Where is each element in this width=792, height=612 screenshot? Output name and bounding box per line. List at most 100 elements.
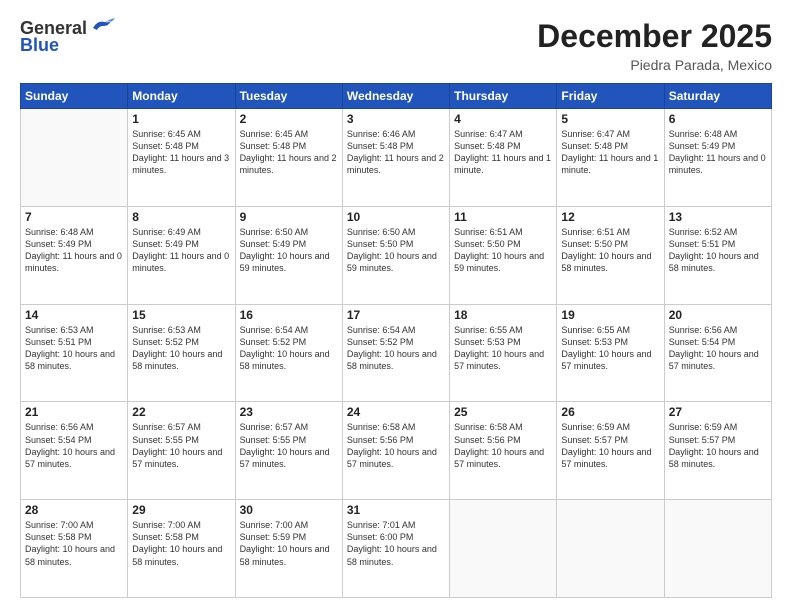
sunrise-text: Sunrise: 6:45 AM (240, 129, 309, 139)
day-info: Sunrise: 6:59 AM Sunset: 5:57 PM Dayligh… (561, 421, 659, 470)
daylight-text: Daylight: 10 hours and 58 minutes. (240, 349, 330, 371)
day-of-week-header: Tuesday (235, 84, 342, 109)
daylight-text: Daylight: 11 hours and 2 minutes. (347, 153, 444, 175)
sunset-text: Sunset: 5:48 PM (132, 141, 199, 151)
daylight-text: Daylight: 10 hours and 57 minutes. (454, 349, 544, 371)
sunset-text: Sunset: 5:57 PM (669, 435, 736, 445)
day-info: Sunrise: 6:55 AM Sunset: 5:53 PM Dayligh… (454, 324, 552, 373)
calendar-cell: 10 Sunrise: 6:50 AM Sunset: 5:50 PM Dayl… (342, 206, 449, 304)
sunset-text: Sunset: 5:48 PM (240, 141, 307, 151)
day-info: Sunrise: 7:00 AM Sunset: 5:58 PM Dayligh… (25, 519, 123, 568)
day-number: 13 (669, 210, 767, 224)
day-number: 10 (347, 210, 445, 224)
sunset-text: Sunset: 5:55 PM (240, 435, 307, 445)
calendar-cell: 11 Sunrise: 6:51 AM Sunset: 5:50 PM Dayl… (450, 206, 557, 304)
daylight-text: Daylight: 11 hours and 0 minutes. (132, 251, 229, 273)
calendar-cell: 26 Sunrise: 6:59 AM Sunset: 5:57 PM Dayl… (557, 402, 664, 500)
calendar-cell: 23 Sunrise: 6:57 AM Sunset: 5:55 PM Dayl… (235, 402, 342, 500)
calendar-cell (21, 109, 128, 207)
daylight-text: Daylight: 10 hours and 58 minutes. (132, 544, 222, 566)
calendar-cell: 13 Sunrise: 6:52 AM Sunset: 5:51 PM Dayl… (664, 206, 771, 304)
sunrise-text: Sunrise: 6:48 AM (669, 129, 738, 139)
sunrise-text: Sunrise: 6:48 AM (25, 227, 94, 237)
day-info: Sunrise: 6:49 AM Sunset: 5:49 PM Dayligh… (132, 226, 230, 275)
sunrise-text: Sunrise: 6:55 AM (561, 325, 630, 335)
calendar-cell: 18 Sunrise: 6:55 AM Sunset: 5:53 PM Dayl… (450, 304, 557, 402)
sunrise-text: Sunrise: 6:58 AM (347, 422, 416, 432)
day-number: 8 (132, 210, 230, 224)
daylight-text: Daylight: 11 hours and 1 minute. (454, 153, 551, 175)
sunrise-text: Sunrise: 7:01 AM (347, 520, 416, 530)
calendar-cell: 27 Sunrise: 6:59 AM Sunset: 5:57 PM Dayl… (664, 402, 771, 500)
day-number: 23 (240, 405, 338, 419)
day-info: Sunrise: 6:58 AM Sunset: 5:56 PM Dayligh… (454, 421, 552, 470)
day-number: 25 (454, 405, 552, 419)
daylight-text: Daylight: 10 hours and 57 minutes. (561, 349, 651, 371)
daylight-text: Daylight: 10 hours and 57 minutes. (132, 447, 222, 469)
day-number: 7 (25, 210, 123, 224)
sunrise-text: Sunrise: 6:56 AM (669, 325, 738, 335)
day-info: Sunrise: 6:45 AM Sunset: 5:48 PM Dayligh… (132, 128, 230, 177)
header: General Blue December 2025 Piedra Parada… (20, 18, 772, 73)
calendar-cell: 24 Sunrise: 6:58 AM Sunset: 5:56 PM Dayl… (342, 402, 449, 500)
daylight-text: Daylight: 11 hours and 3 minutes. (132, 153, 229, 175)
sunrise-text: Sunrise: 7:00 AM (25, 520, 94, 530)
sunset-text: Sunset: 5:49 PM (669, 141, 736, 151)
sunrise-text: Sunrise: 6:52 AM (669, 227, 738, 237)
day-info: Sunrise: 6:54 AM Sunset: 5:52 PM Dayligh… (240, 324, 338, 373)
calendar-cell: 21 Sunrise: 6:56 AM Sunset: 5:54 PM Dayl… (21, 402, 128, 500)
calendar-cell: 15 Sunrise: 6:53 AM Sunset: 5:52 PM Dayl… (128, 304, 235, 402)
day-info: Sunrise: 7:01 AM Sunset: 6:00 PM Dayligh… (347, 519, 445, 568)
day-number: 6 (669, 112, 767, 126)
calendar-cell (450, 500, 557, 598)
sunrise-text: Sunrise: 6:51 AM (561, 227, 630, 237)
sunrise-text: Sunrise: 6:51 AM (454, 227, 523, 237)
sunset-text: Sunset: 5:52 PM (240, 337, 307, 347)
day-number: 26 (561, 405, 659, 419)
calendar-table: SundayMondayTuesdayWednesdayThursdayFrid… (20, 83, 772, 598)
calendar-cell: 6 Sunrise: 6:48 AM Sunset: 5:49 PM Dayli… (664, 109, 771, 207)
day-info: Sunrise: 6:59 AM Sunset: 5:57 PM Dayligh… (669, 421, 767, 470)
sunrise-text: Sunrise: 6:53 AM (25, 325, 94, 335)
calendar-week-row: 7 Sunrise: 6:48 AM Sunset: 5:49 PM Dayli… (21, 206, 772, 304)
sunset-text: Sunset: 5:56 PM (347, 435, 414, 445)
daylight-text: Daylight: 10 hours and 58 minutes. (561, 251, 651, 273)
day-number: 18 (454, 308, 552, 322)
day-info: Sunrise: 6:50 AM Sunset: 5:49 PM Dayligh… (240, 226, 338, 275)
day-number: 19 (561, 308, 659, 322)
day-number: 5 (561, 112, 659, 126)
day-number: 9 (240, 210, 338, 224)
day-info: Sunrise: 6:50 AM Sunset: 5:50 PM Dayligh… (347, 226, 445, 275)
calendar-cell: 16 Sunrise: 6:54 AM Sunset: 5:52 PM Dayl… (235, 304, 342, 402)
sunset-text: Sunset: 5:50 PM (561, 239, 628, 249)
sunrise-text: Sunrise: 6:45 AM (132, 129, 201, 139)
day-of-week-header: Friday (557, 84, 664, 109)
sunset-text: Sunset: 5:48 PM (454, 141, 521, 151)
sunset-text: Sunset: 5:50 PM (347, 239, 414, 249)
day-number: 31 (347, 503, 445, 517)
day-info: Sunrise: 6:51 AM Sunset: 5:50 PM Dayligh… (561, 226, 659, 275)
sunset-text: Sunset: 5:48 PM (561, 141, 628, 151)
calendar-cell: 19 Sunrise: 6:55 AM Sunset: 5:53 PM Dayl… (557, 304, 664, 402)
sunset-text: Sunset: 5:49 PM (25, 239, 92, 249)
day-number: 28 (25, 503, 123, 517)
day-number: 20 (669, 308, 767, 322)
day-info: Sunrise: 6:46 AM Sunset: 5:48 PM Dayligh… (347, 128, 445, 177)
sunset-text: Sunset: 5:49 PM (132, 239, 199, 249)
sunset-text: Sunset: 5:55 PM (132, 435, 199, 445)
day-info: Sunrise: 7:00 AM Sunset: 5:58 PM Dayligh… (132, 519, 230, 568)
sunrise-text: Sunrise: 6:47 AM (561, 129, 630, 139)
title-area: December 2025 Piedra Parada, Mexico (537, 18, 772, 73)
sunrise-text: Sunrise: 6:54 AM (347, 325, 416, 335)
day-number: 16 (240, 308, 338, 322)
calendar-week-row: 1 Sunrise: 6:45 AM Sunset: 5:48 PM Dayli… (21, 109, 772, 207)
daylight-text: Daylight: 10 hours and 59 minutes. (454, 251, 544, 273)
sunset-text: Sunset: 5:50 PM (454, 239, 521, 249)
sunrise-text: Sunrise: 6:49 AM (132, 227, 201, 237)
calendar-header-row: SundayMondayTuesdayWednesdayThursdayFrid… (21, 84, 772, 109)
daylight-text: Daylight: 10 hours and 58 minutes. (25, 544, 115, 566)
day-of-week-header: Wednesday (342, 84, 449, 109)
page: General Blue December 2025 Piedra Parada… (0, 0, 792, 612)
month-title: December 2025 (537, 18, 772, 55)
daylight-text: Daylight: 11 hours and 0 minutes. (25, 251, 122, 273)
